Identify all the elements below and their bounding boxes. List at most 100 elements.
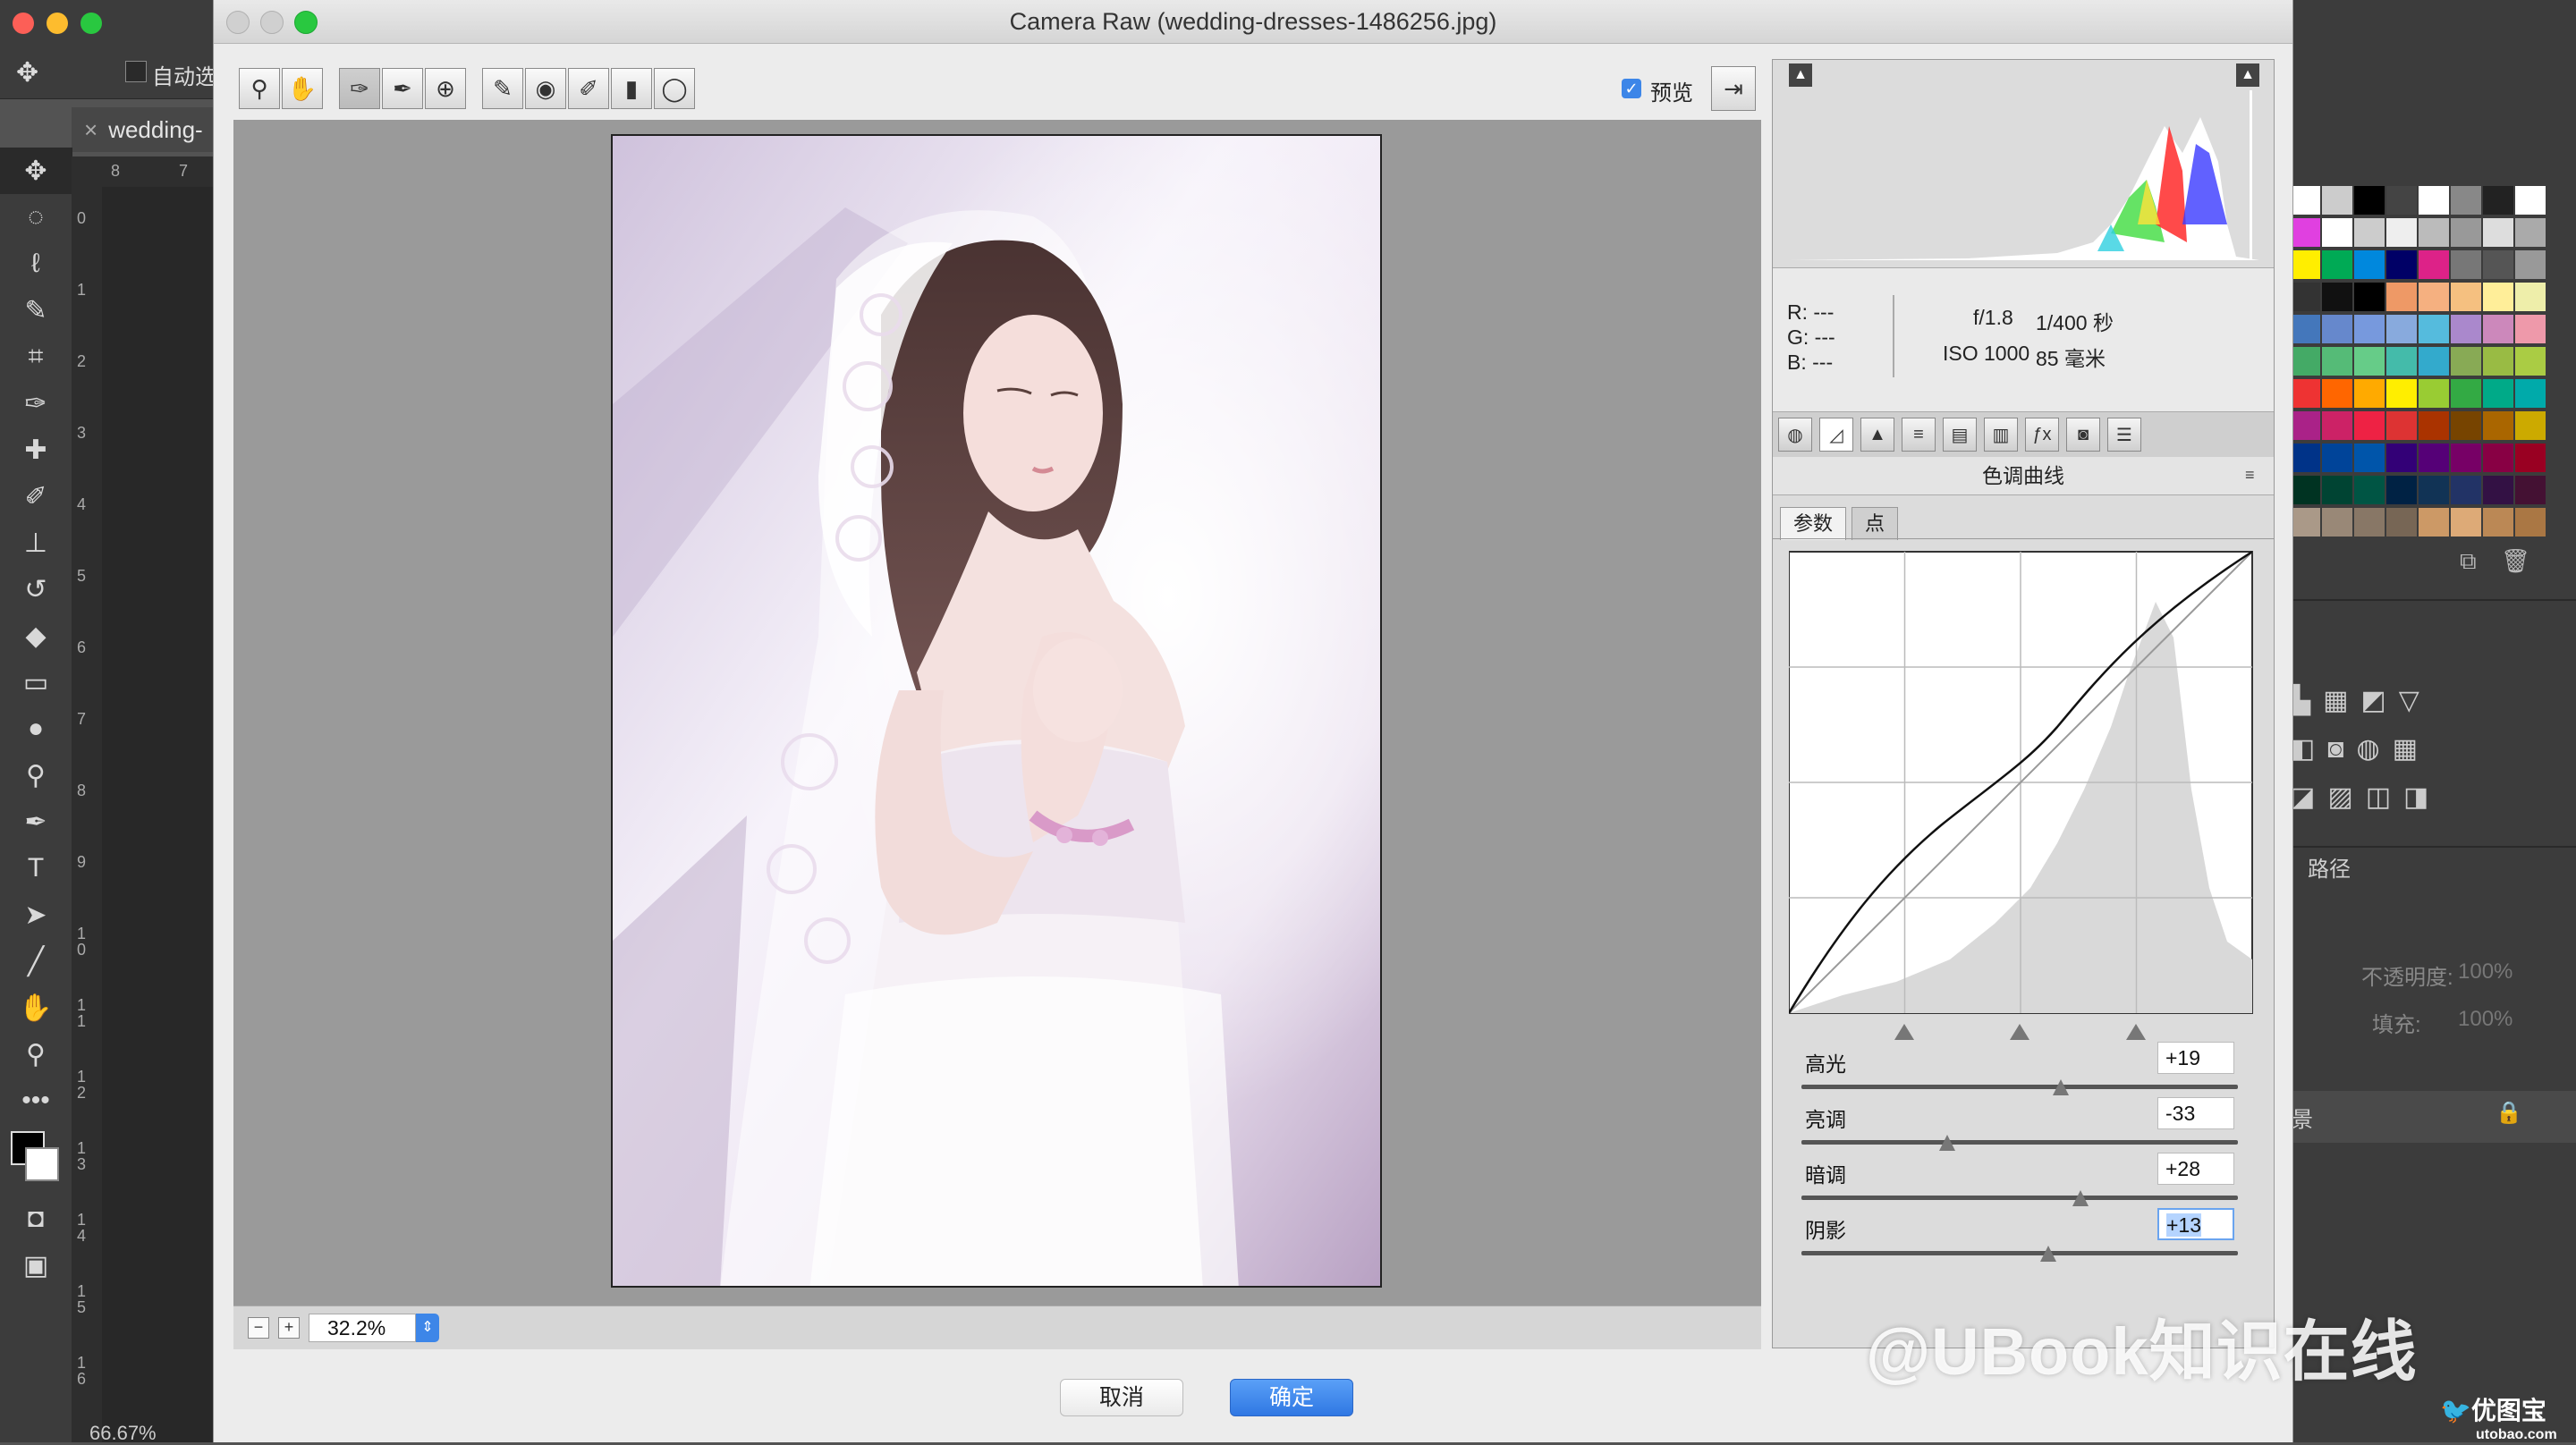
marquee-tool-icon[interactable]: ◌	[0, 194, 72, 241]
color-swatch[interactable]	[2354, 347, 2385, 376]
color-swatch[interactable]	[2354, 476, 2385, 504]
close-window-icon[interactable]	[13, 13, 34, 34]
color-swatch[interactable]	[2322, 347, 2352, 376]
eyedropper-tool-icon[interactable]: ✑	[0, 380, 72, 427]
color-swatch[interactable]	[2419, 186, 2449, 215]
color-swatch[interactable]	[2451, 315, 2481, 343]
hand-tool-icon[interactable]: ✋	[0, 984, 72, 1031]
color-swatch[interactable]	[2451, 411, 2481, 440]
color-swatch[interactable]	[2483, 283, 2513, 311]
adjustment-icons-row2[interactable]: ◧◙◍▦	[2290, 733, 2430, 765]
slider-thumb[interactable]	[2072, 1190, 2089, 1206]
color-swatch[interactable]	[2451, 444, 2481, 472]
radial-filter-icon[interactable]: ◯	[654, 68, 695, 109]
color-swatch[interactable]	[2322, 218, 2352, 247]
delete-swatch-icon[interactable]: 🗑	[2501, 547, 2530, 575]
color-swatch[interactable]	[2322, 508, 2352, 537]
color-swatch[interactable]	[2354, 218, 2385, 247]
split-shadows-handle[interactable]	[1894, 1024, 1914, 1040]
color-swatch[interactable]	[2515, 250, 2546, 279]
split-highlights-handle[interactable]	[2126, 1024, 2146, 1040]
color-swatch[interactable]	[2419, 347, 2449, 376]
color-swatch[interactable]	[2322, 476, 2352, 504]
color-swatch[interactable]	[2419, 444, 2449, 472]
move-tool-option-icon[interactable]: ✥	[16, 57, 38, 89]
color-swatch[interactable]	[2451, 250, 2481, 279]
line-tool-icon[interactable]: ╱	[0, 938, 72, 984]
background-color[interactable]	[25, 1147, 59, 1181]
detail-panel-icon[interactable]: ▲	[1860, 418, 1894, 452]
color-swatch[interactable]	[2419, 476, 2449, 504]
zoom-icon[interactable]: ⚲	[239, 68, 280, 109]
split-toning-panel-icon[interactable]: ▤	[1943, 418, 1977, 452]
color-swatch[interactable]	[2483, 379, 2513, 408]
dialog-zoom-icon[interactable]	[294, 11, 318, 34]
color-swatch[interactable]	[2386, 508, 2417, 537]
color-swatch[interactable]	[2354, 444, 2385, 472]
color-swatch[interactable]	[2515, 283, 2546, 311]
color-swatch[interactable]	[2290, 411, 2320, 440]
pen-tool-icon[interactable]: ✒	[0, 799, 72, 845]
color-swatches[interactable]	[0, 1124, 72, 1196]
gradient-tool-icon[interactable]: ▭	[0, 659, 72, 706]
color-swatch[interactable]	[2515, 411, 2546, 440]
color-swatch[interactable]	[2483, 444, 2513, 472]
quick-select-tool-icon[interactable]: ✎	[0, 287, 72, 334]
color-swatch[interactable]	[2386, 476, 2417, 504]
brush-tool-icon[interactable]: ✐	[0, 473, 72, 520]
color-swatch[interactable]	[2290, 508, 2320, 537]
color-swatch[interactable]	[2515, 379, 2546, 408]
blur-tool-icon[interactable]: ●	[0, 706, 72, 752]
color-swatch[interactable]	[2515, 347, 2546, 376]
color-swatch[interactable]	[2451, 476, 2481, 504]
color-swatch[interactable]	[2290, 250, 2320, 279]
color-swatch[interactable]	[2451, 283, 2481, 311]
color-swatch[interactable]	[2386, 411, 2417, 440]
hand-icon[interactable]: ✋	[282, 68, 323, 109]
adjustment-icons-row3[interactable]: ◪▨◫◨	[2290, 782, 2441, 813]
color-swatch[interactable]	[2386, 379, 2417, 408]
white-balance-icon[interactable]: ✑	[339, 68, 380, 109]
slider-thumb[interactable]	[2039, 1246, 2056, 1262]
color-swatch[interactable]	[2483, 218, 2513, 247]
color-swatch[interactable]	[2354, 250, 2385, 279]
color-swatch[interactable]	[2322, 379, 2352, 408]
highlight-clip-warning-icon[interactable]: ▲	[2236, 63, 2259, 87]
history-brush-icon[interactable]: ↺	[0, 566, 72, 613]
color-swatch[interactable]	[2515, 218, 2546, 247]
color-swatch[interactable]	[2451, 347, 2481, 376]
color-swatch[interactable]	[2515, 315, 2546, 343]
slider-thumb[interactable]	[1939, 1135, 1956, 1151]
effects-panel-icon[interactable]: ƒx	[2025, 418, 2059, 452]
crop-tool-icon[interactable]: ⌗	[0, 334, 72, 380]
color-swatch[interactable]	[2354, 186, 2385, 215]
slider-value-field[interactable]: +28	[2157, 1153, 2234, 1185]
color-swatch[interactable]	[2419, 379, 2449, 408]
color-swatch[interactable]	[2290, 347, 2320, 376]
screen-mode-icon[interactable]: ▣	[0, 1242, 72, 1289]
toggle-fullscreen-icon[interactable]: ⇥	[1711, 66, 1756, 111]
color-swatch[interactable]	[2290, 186, 2320, 215]
zoom-in-button[interactable]: +	[278, 1317, 300, 1339]
color-swatch[interactable]	[2354, 283, 2385, 311]
color-swatch[interactable]	[2515, 476, 2546, 504]
split-midtones-handle[interactable]	[2010, 1024, 2029, 1040]
new-swatch-icon[interactable]: ⧉	[2460, 547, 2477, 576]
color-swatch[interactable]	[2483, 186, 2513, 215]
color-swatch[interactable]	[2290, 218, 2320, 247]
color-swatch[interactable]	[2419, 315, 2449, 343]
camera-calibration-icon[interactable]: ◙	[2066, 418, 2100, 452]
color-swatch[interactable]	[2483, 315, 2513, 343]
target-adjust-icon[interactable]: ⊕	[425, 68, 466, 109]
preview-checkbox[interactable]: ✓	[1622, 79, 1641, 98]
basic-panel-icon[interactable]: ◍	[1778, 418, 1812, 452]
slider-value-field[interactable]: +19	[2157, 1042, 2234, 1074]
ps-document-tab[interactable]: × wedding-	[72, 107, 215, 152]
lasso-tool-icon[interactable]: ℓ	[0, 241, 72, 287]
zoom-level-select[interactable]: 32.2%	[309, 1314, 416, 1342]
ok-button[interactable]: 确定	[1230, 1379, 1353, 1416]
adjustment-icons-row1[interactable]: ▙▦◩▽	[2290, 685, 2432, 716]
color-swatch[interactable]	[2515, 444, 2546, 472]
color-swatch[interactable]	[2483, 411, 2513, 440]
healing-tool-icon[interactable]: ✚	[0, 427, 72, 473]
